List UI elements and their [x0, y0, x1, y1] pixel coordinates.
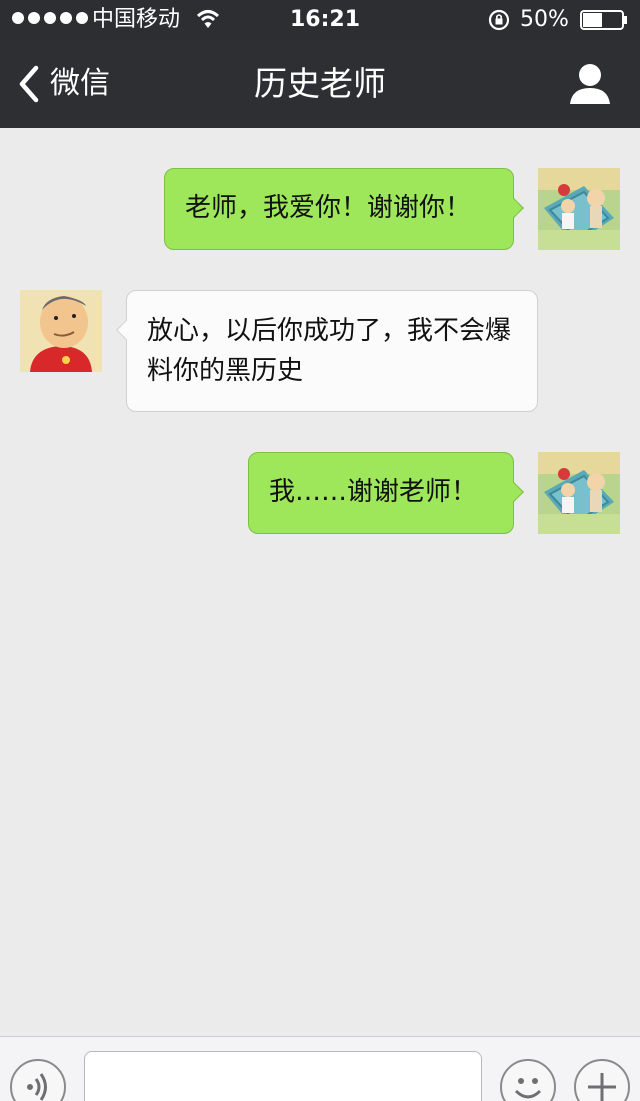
person-icon[interactable] [566, 62, 614, 106]
battery-icon [580, 10, 627, 30]
voice-icon [27, 1073, 47, 1101]
my-avatar[interactable] [538, 168, 620, 250]
message-text: 放心，以后你成功了，我不会爆料你的黑历史 [147, 316, 512, 386]
teacher-avatar[interactable] [20, 290, 102, 372]
cartoon-teacher-avatar-image [20, 290, 102, 372]
emoji-button[interactable] [500, 1059, 556, 1101]
status-bar: 中国移动 16:21 50% [0, 0, 640, 40]
message-bubble-incoming[interactable]: 放心，以后你成功了，我不会爆料你的黑历史 [116, 290, 538, 412]
message-bubble-outgoing[interactable]: 老师，我爱你！谢谢你！ [164, 168, 524, 250]
message-input[interactable] [84, 1051, 482, 1101]
message-list: 老师，我爱你！谢谢你！ 放心，以后你成功了，我不会爆料你的黑历史 我……谢谢老师… [0, 128, 640, 1036]
wifi-icon [196, 10, 220, 28]
input-bar [0, 1036, 640, 1101]
picnic-avatar-image [538, 168, 620, 250]
carrier-name: 中国移动 [92, 7, 181, 32]
picnic-avatar-image [538, 452, 620, 534]
more-button[interactable] [574, 1059, 630, 1101]
message-bubble-outgoing[interactable]: 我……谢谢老师！ [248, 452, 524, 534]
voice-button[interactable] [10, 1059, 66, 1101]
page-title: 历史老师 [254, 64, 386, 103]
emoji-icon [514, 1078, 542, 1099]
battery-percent: 50% [520, 7, 569, 32]
status-time: 16:21 [290, 7, 361, 32]
plus-icon [588, 1073, 616, 1101]
rotation-lock-icon [488, 9, 510, 31]
chat-screen: 中国移动 16:21 50% 微信 历史老师 老师，我爱你！谢谢你！ 放心，以后… [0, 0, 640, 1101]
nav-bar: 微信 历史老师 [0, 40, 640, 128]
signal-strength-icon [12, 12, 88, 24]
message-text: 我……谢谢老师！ [269, 477, 478, 507]
my-avatar[interactable] [538, 452, 620, 534]
message-text: 老师，我爱你！谢谢你！ [185, 193, 472, 223]
